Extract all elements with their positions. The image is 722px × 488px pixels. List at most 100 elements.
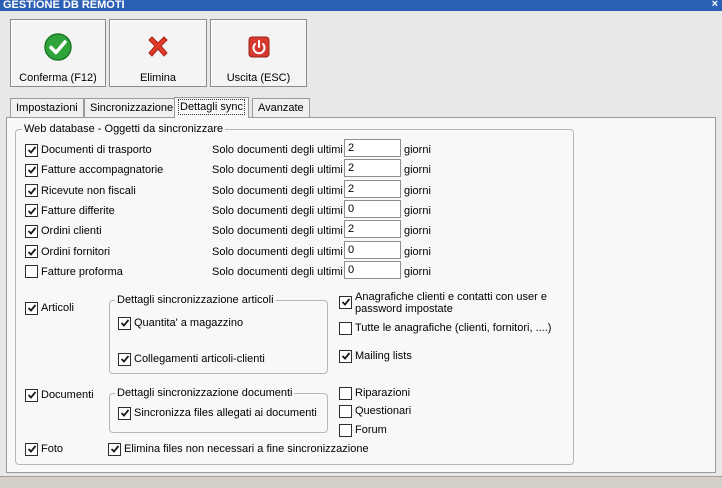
days-input[interactable] [344, 260, 401, 279]
days-input[interactable] [344, 240, 401, 259]
exit-label: Uscita (ESC) [226, 72, 291, 84]
checkbox-box[interactable] [118, 316, 131, 330]
checkbox-box[interactable] [118, 406, 131, 420]
confirm-label: Conferma (F12) [19, 72, 97, 84]
allegati-checkbox[interactable]: Sincronizza files allegati ai documenti [118, 404, 317, 422]
anagrafiche-clienti-label: Anagrafiche clienti e contatti con user … [355, 291, 547, 315]
quantita-checkbox[interactable]: Quantita' a magazzino [118, 314, 243, 332]
checkmark-icon [27, 166, 36, 175]
collegamenti-label: Collegamenti articoli-clienti [134, 353, 265, 365]
questionari-label: Questionari [355, 405, 412, 417]
doc-type-checkbox[interactable]: Fatture proforma [25, 263, 123, 281]
days-input[interactable] [344, 179, 401, 198]
days-input[interactable] [344, 199, 401, 218]
documenti-details-legend: Dettagli sincronizzazione documenti [115, 387, 295, 399]
tab-avanzate[interactable]: Avanzate [252, 98, 310, 118]
days-suffix-label: giorni [404, 204, 431, 217]
doc-type-checkbox[interactable]: Ordini fornitori [25, 243, 110, 261]
checkbox-box[interactable] [339, 386, 352, 400]
days-prefix-label: Solo documenti degli ultimi [212, 144, 343, 156]
days-input[interactable] [344, 220, 401, 239]
checkmark-icon [27, 391, 36, 399]
foto-checkbox[interactable]: Foto [25, 440, 63, 458]
days-prefix-label: Solo documenti degli ultimi [212, 164, 343, 177]
checkbox-box[interactable] [25, 265, 38, 279]
checkbox-box[interactable] [25, 163, 38, 177]
days-suffix-label: giorni [404, 184, 431, 197]
articoli-checkbox[interactable]: Articoli [25, 299, 74, 317]
checkbox-box[interactable] [25, 442, 38, 456]
doc-type-checkbox[interactable]: Fatture accompagnatorie [25, 161, 163, 179]
doc-type-checkbox[interactable]: Fatture differite [25, 202, 115, 220]
web-database-legend: Web database - Oggetti da sincronizzare [22, 123, 226, 135]
checkbox-box[interactable] [25, 301, 38, 315]
checkbox-box[interactable] [25, 184, 38, 198]
checkmark-icon [120, 409, 129, 417]
x-icon [148, 36, 168, 57]
tab-label: Avanzate [258, 102, 304, 114]
checkbox-box[interactable] [25, 224, 38, 238]
documenti-checkbox[interactable]: Documenti [25, 386, 94, 404]
doc-type-label: Ordini fornitori [41, 245, 111, 258]
allegati-label: Sincronizza files allegati ai documenti [134, 407, 317, 419]
doc-type-label: Ricevute non fiscali [41, 184, 136, 197]
elimina-files-label: Elimina files non necessari a fine sincr… [124, 443, 369, 455]
tab-dettagli-sync[interactable]: Dettagli sync [174, 97, 249, 118]
checkmark-icon [27, 146, 36, 154]
confirm-button[interactable]: Conferma (F12) [10, 19, 106, 87]
checkbox-box[interactable] [339, 321, 352, 335]
questionari-checkbox[interactable]: Questionari [339, 402, 411, 420]
tutte-anagrafiche-checkbox[interactable]: Tutte le anagrafiche (clienti, fornitori… [339, 319, 551, 337]
riparazioni-label: Riparazioni [355, 387, 411, 399]
tab-label: Impostazioni [16, 102, 78, 114]
checkmark-icon [341, 352, 350, 360]
doc-type-label: Documenti di trasporto [41, 144, 152, 156]
checkbox-box[interactable] [339, 423, 352, 437]
checkmark-icon [27, 247, 36, 256]
tab-impostazioni[interactable]: Impostazioni [10, 98, 84, 118]
window-title: GESTIONE DB REMOTI [3, 0, 125, 11]
doc-type-checkbox[interactable]: Ricevute non fiscali [25, 182, 136, 200]
foto-label: Foto [41, 443, 64, 455]
checkbox-box[interactable] [25, 204, 38, 218]
days-suffix-label: giorni [404, 245, 431, 258]
doc-type-checkbox[interactable]: Ordini clienti [25, 222, 102, 240]
anagrafiche-clienti-line2: password impostate [355, 303, 453, 315]
doc-type-label: Ordini clienti [41, 225, 102, 238]
tab-sincronizzazione[interactable]: Sincronizzazione [84, 98, 180, 118]
delete-button[interactable]: Elimina [109, 19, 207, 87]
days-input[interactable] [344, 139, 401, 157]
elimina-files-checkbox[interactable]: Elimina files non necessari a fine sincr… [108, 440, 369, 458]
forum-checkbox[interactable]: Forum [339, 421, 387, 439]
tab-label: Dettagli sync [178, 99, 245, 115]
delete-label: Elimina [139, 72, 177, 84]
checkbox-box[interactable] [339, 295, 352, 309]
anagrafiche-clienti-checkbox[interactable] [339, 295, 355, 309]
checkbox-box[interactable] [25, 143, 38, 157]
doc-type-label: Fatture differite [41, 204, 115, 217]
doc-type-checkbox[interactable]: Documenti di trasporto [25, 141, 152, 159]
checkmark-icon [27, 187, 36, 195]
days-suffix-label: giorni [404, 225, 431, 238]
status-bar [0, 476, 722, 488]
days-prefix-label: Solo documenti degli ultimi [212, 225, 343, 238]
checkbox-box[interactable] [25, 245, 38, 258]
checkmark-icon [27, 227, 36, 236]
checkbox-box[interactable] [25, 388, 38, 402]
articoli-details-legend: Dettagli sincronizzazione articoli [115, 294, 276, 306]
checkbox-box[interactable] [339, 404, 352, 418]
checkbox-box[interactable] [118, 352, 131, 366]
collegamenti-checkbox[interactable]: Collegamenti articoli-clienti [118, 350, 265, 368]
checkmark-icon [27, 445, 36, 453]
days-input[interactable] [344, 159, 401, 178]
close-icon[interactable]: × [712, 0, 718, 10]
riparazioni-checkbox[interactable]: Riparazioni [339, 384, 410, 402]
exit-button[interactable]: Uscita (ESC) [210, 19, 307, 87]
checkbox-box[interactable] [339, 349, 352, 363]
days-prefix-label: Solo documenti degli ultimi [212, 204, 343, 217]
checkbox-box[interactable] [108, 442, 121, 456]
anagrafiche-clienti-line1: Anagrafiche clienti e contatti con user … [355, 291, 548, 303]
mailing-lists-checkbox[interactable]: Mailing lists [339, 347, 412, 365]
checkmark-icon [120, 355, 129, 363]
checkmark-icon [27, 304, 36, 312]
